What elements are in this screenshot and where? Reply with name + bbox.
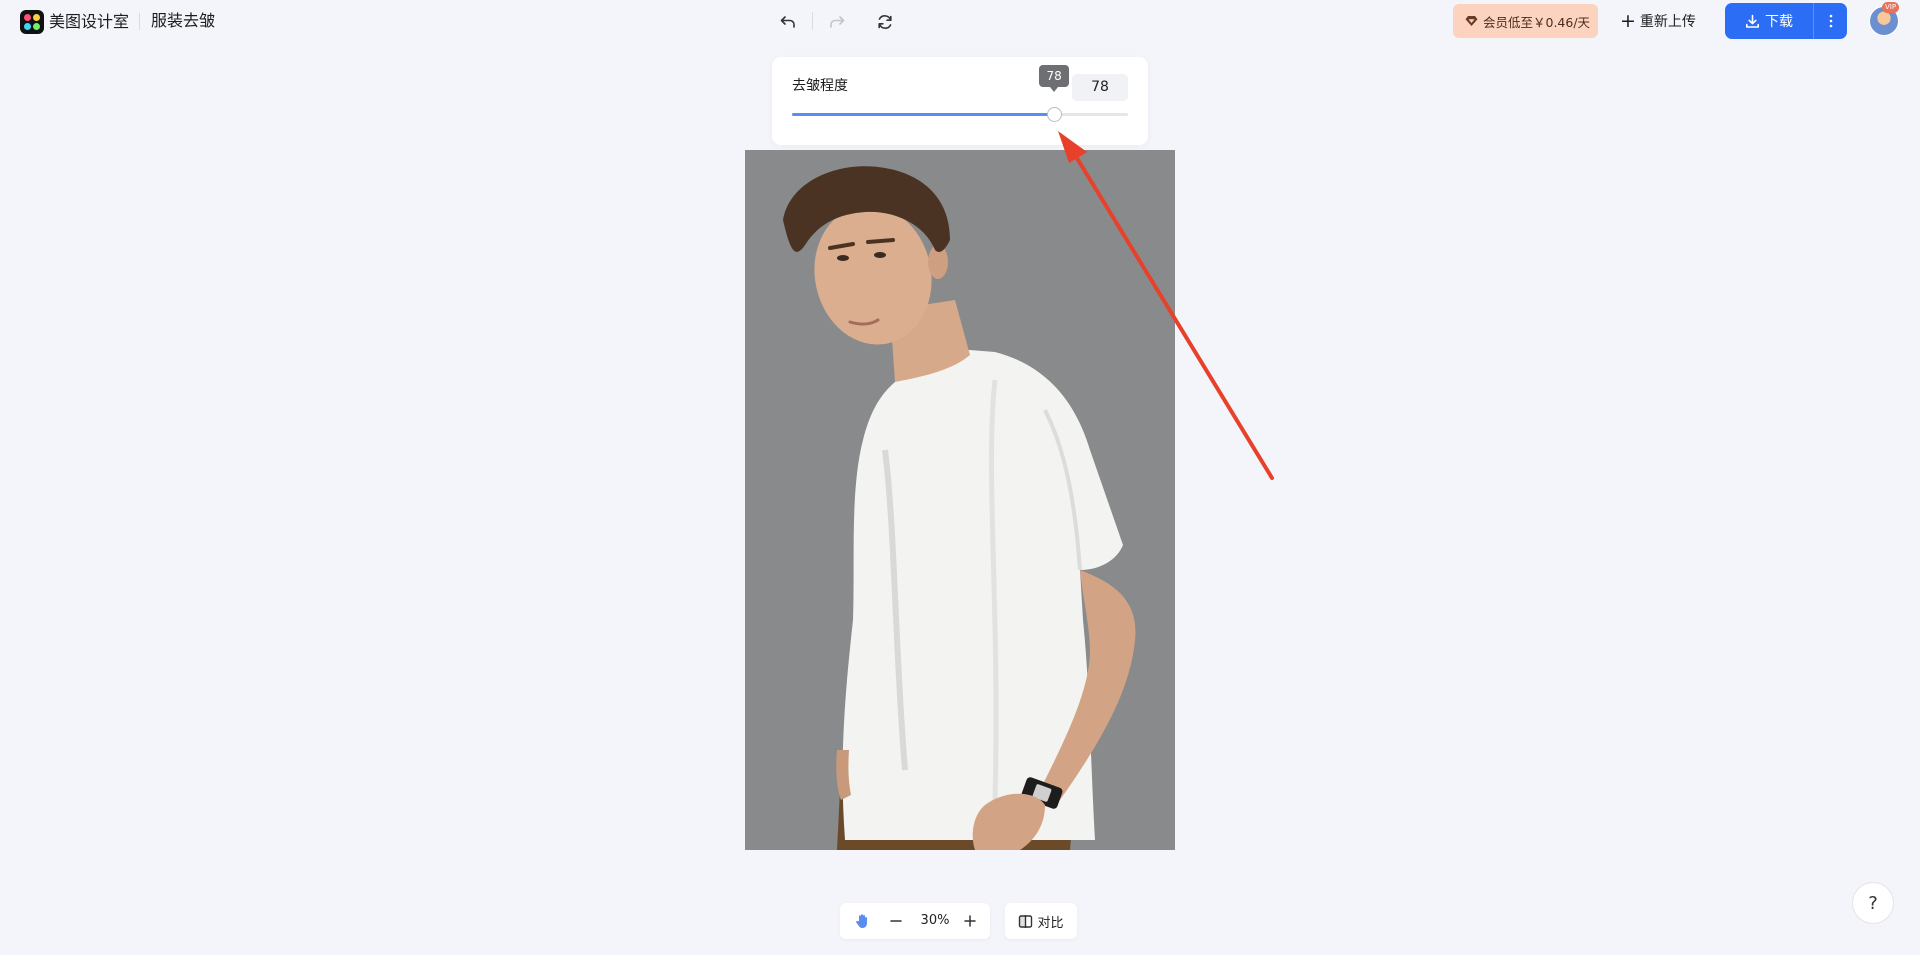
redo-icon xyxy=(830,16,845,28)
app-logo-icon[interactable] xyxy=(20,10,44,34)
hand-icon xyxy=(856,914,867,928)
download-more-button[interactable] xyxy=(1814,3,1847,39)
undo-button[interactable] xyxy=(774,8,802,36)
download-label: 下载 xyxy=(1765,14,1793,30)
more-vertical-icon xyxy=(1829,14,1832,28)
compare-icon xyxy=(1019,914,1033,928)
vip-promo-button[interactable]: 会员低至￥0.46/天 xyxy=(1453,4,1598,38)
download-button[interactable]: 下载 xyxy=(1725,3,1813,39)
compare-button[interactable]: 对比 xyxy=(1005,903,1077,939)
model-photo-illustration xyxy=(745,150,1175,850)
slider-thumb[interactable] xyxy=(1047,107,1063,122)
reset-button[interactable] xyxy=(871,8,899,36)
toolbar-divider xyxy=(812,12,813,30)
reupload-button[interactable]: + 重新上传 xyxy=(1620,4,1696,38)
plus-icon xyxy=(964,915,976,927)
minus-icon xyxy=(890,920,902,922)
wrinkle-strength-input[interactable]: 78 xyxy=(1072,74,1128,101)
page-title: 服装去皱 xyxy=(151,11,216,30)
wrinkle-strength-slider[interactable] xyxy=(792,113,1128,116)
download-icon xyxy=(1746,14,1759,28)
wrinkle-removal-panel: 去皱程度 78 78 xyxy=(772,57,1148,145)
zoom-toolbar: 30% xyxy=(840,903,990,939)
edited-photo[interactable] xyxy=(745,150,1175,850)
zoom-in-button[interactable] xyxy=(958,903,982,939)
refresh-icon xyxy=(878,15,892,29)
plus-icon: + xyxy=(1620,9,1636,32)
redo-button[interactable] xyxy=(823,8,851,36)
header-divider xyxy=(139,13,140,30)
wrinkle-strength-label: 去皱程度 xyxy=(792,78,848,94)
diamond-icon xyxy=(1465,16,1478,26)
zoom-out-button[interactable] xyxy=(884,903,908,939)
brand-name[interactable]: 美图设计室 xyxy=(49,11,129,33)
download-group: 下载 xyxy=(1725,3,1847,39)
help-button[interactable]: ? xyxy=(1852,882,1894,924)
undo-icon xyxy=(780,16,795,28)
compare-label: 对比 xyxy=(1037,915,1064,931)
vip-promo-label: 会员低至￥0.46/天 xyxy=(1483,14,1591,30)
pan-tool-button[interactable] xyxy=(848,903,876,939)
zoom-level[interactable]: 30% xyxy=(915,903,955,939)
vip-badge: VIP xyxy=(1882,2,1900,13)
slider-fill xyxy=(792,113,1055,116)
top-bar: 美图设计室 服装去皱 会员低至￥0.46/天 + 重新上传 下载 VIP xyxy=(0,0,1920,42)
reupload-label: 重新上传 xyxy=(1639,14,1696,30)
slider-tooltip: 78 xyxy=(1039,65,1070,92)
